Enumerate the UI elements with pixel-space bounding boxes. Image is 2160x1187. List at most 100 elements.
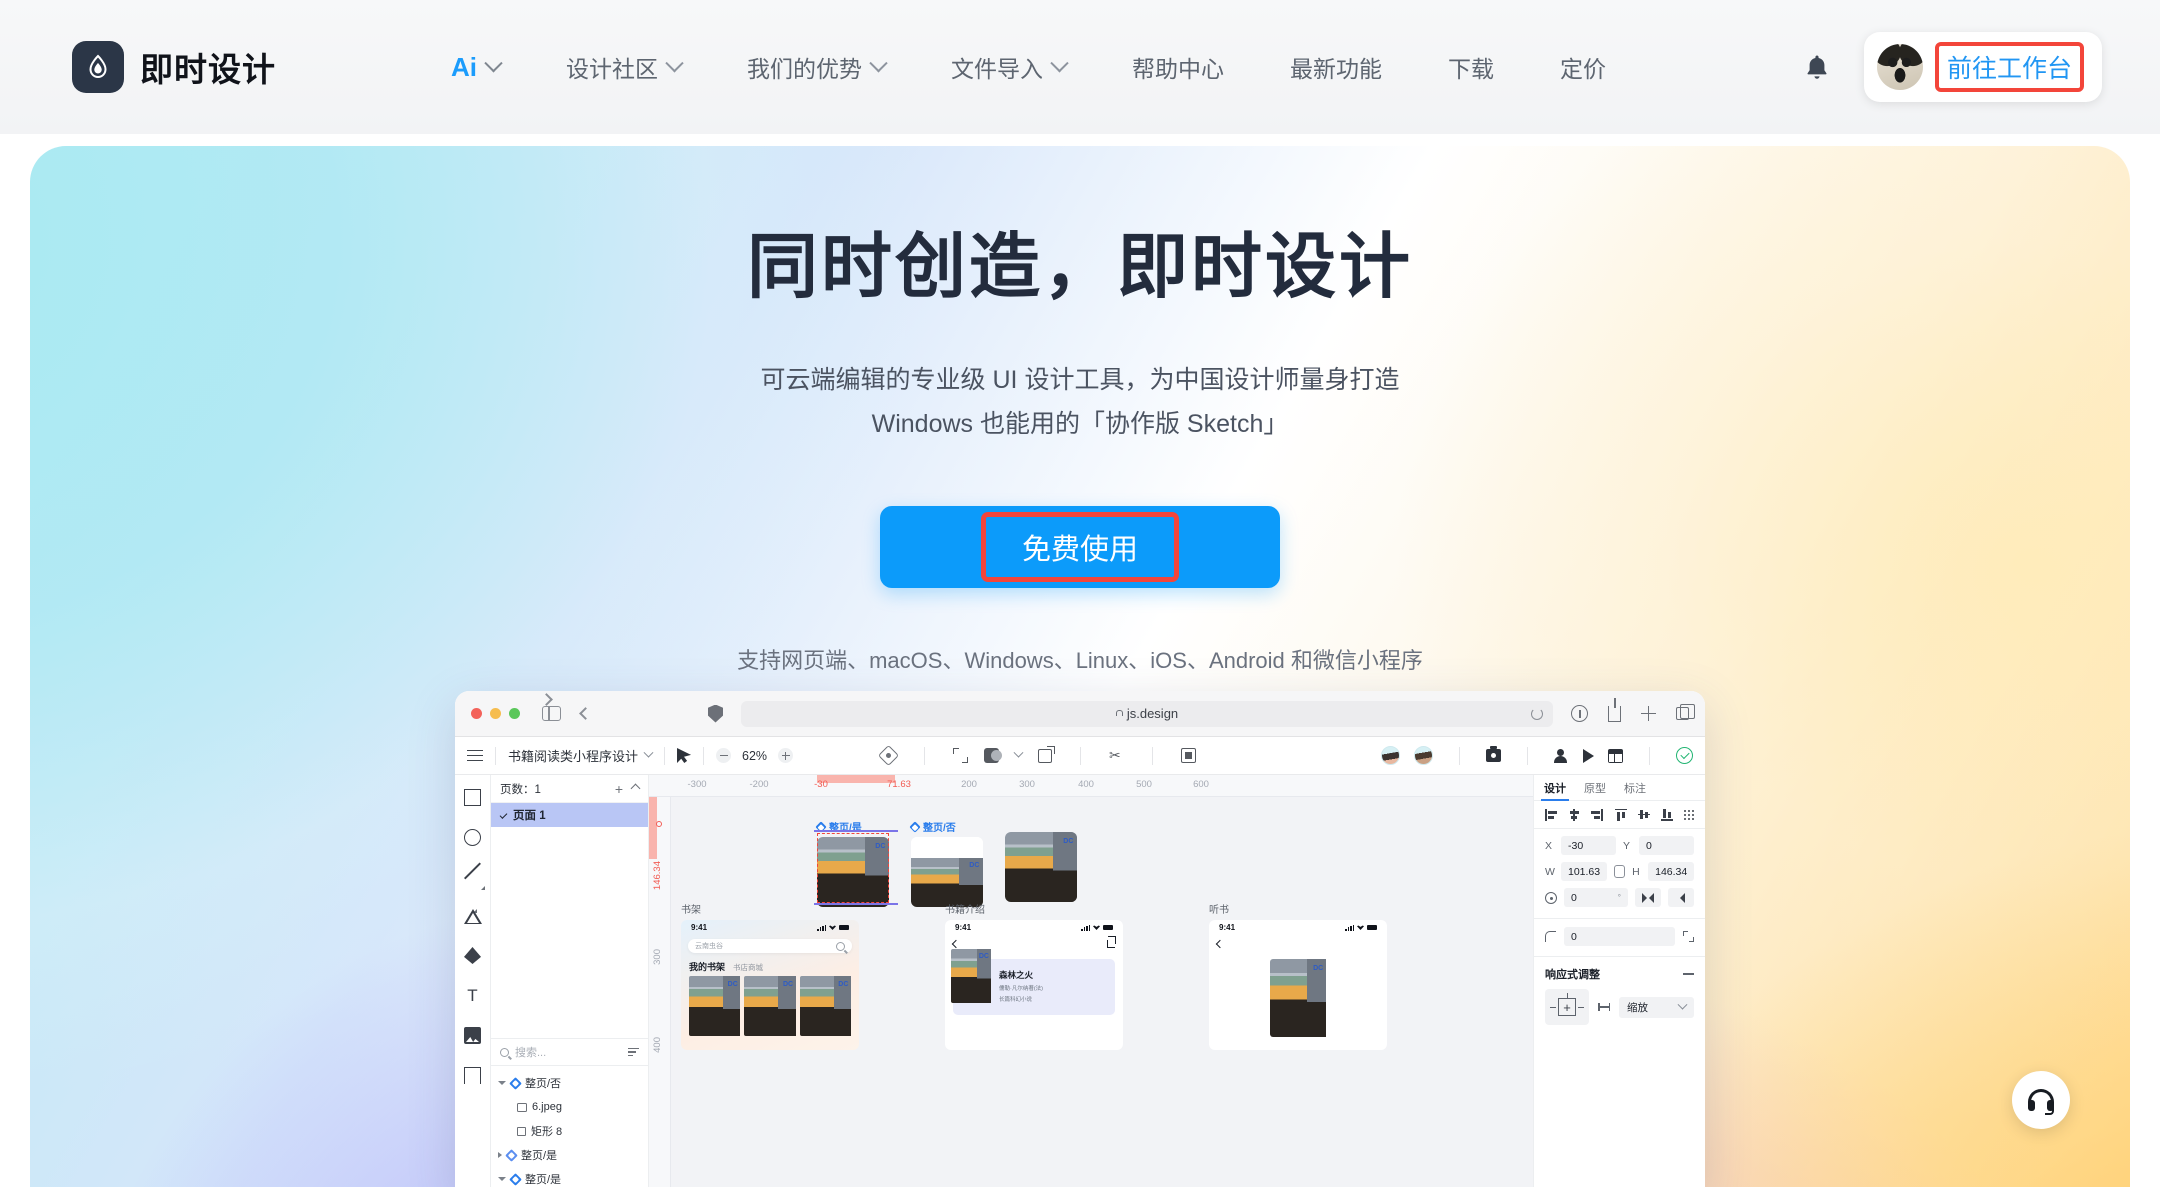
rotation-field[interactable]: 0 ° [1564, 888, 1628, 907]
back-arrow-icon[interactable] [951, 939, 961, 949]
reload-icon[interactable] [1531, 707, 1543, 720]
phone-frame[interactable]: 9:41 云南虫谷 我的书架 书店商城 DC DC DC [681, 920, 859, 1050]
page-list-item[interactable]: 页面 1 [491, 803, 648, 827]
horizontal-ruler[interactable]: -300 -200 -30 71.63 200 300 400 500 600 [649, 775, 1533, 797]
list-item[interactable]: 6.jpeg [491, 1095, 648, 1119]
back-arrow-icon[interactable] [579, 707, 592, 720]
frame-tool-icon[interactable] [464, 1067, 481, 1084]
screen-bookshelf[interactable]: 书架 9:41 云南虫谷 我的书架 书店商城 DC DC DC [681, 901, 859, 1050]
user-account-chip[interactable]: 前往工作台 [1863, 32, 2102, 102]
independent-corners-icon[interactable] [1683, 931, 1694, 942]
list-item[interactable]: 整页/是 [491, 1143, 648, 1167]
export-icon[interactable] [1038, 745, 1056, 763]
align-center-v-icon[interactable] [1637, 809, 1650, 821]
tab-overview-icon[interactable] [1676, 704, 1695, 720]
rectangle-tool-icon[interactable] [464, 789, 481, 806]
align-bottom-icon[interactable] [1660, 808, 1673, 821]
ellipse-tool-icon[interactable] [464, 829, 481, 846]
align-center-h-icon[interactable] [1568, 808, 1579, 821]
pen-tool-icon[interactable] [464, 947, 481, 964]
forward-arrow-icon[interactable] [540, 693, 553, 706]
tab-design[interactable]: 设计 [1541, 775, 1569, 801]
frame-tool-icon[interactable] [953, 748, 969, 763]
sidebar-toggle-icon[interactable] [542, 706, 561, 721]
design-canvas[interactable]: -300 -200 -30 71.63 200 300 400 500 600 … [649, 775, 1533, 1187]
y-field[interactable]: 0 [1639, 836, 1694, 855]
image-tool-icon[interactable] [464, 1027, 481, 1044]
phone-frame[interactable]: 9:41 [1209, 920, 1387, 1050]
tab-my-shelf[interactable]: 我的书架 [689, 960, 725, 973]
h-field[interactable]: 146.34 [1648, 862, 1695, 881]
nav-item-whats-new[interactable]: 最新功能 [1257, 50, 1415, 84]
screen-audiobook[interactable]: 听书 9:41 [1209, 901, 1387, 1050]
tab-bookstore[interactable]: 书店商城 [733, 962, 763, 973]
list-item[interactable]: 整页/是 [491, 1167, 648, 1187]
book-cover[interactable] [744, 976, 796, 1036]
downloads-icon[interactable] [1571, 705, 1588, 722]
book-detail-card[interactable]: 森林之火 儒勒·凡尔纳著(法) 长篇科幻小说 [951, 949, 1115, 1015]
link-ratio-icon[interactable] [1614, 865, 1626, 878]
search-input[interactable]: 搜索... [515, 1044, 546, 1060]
vertical-ruler[interactable]: 146.34 300 400 [649, 797, 671, 1187]
brand-logo-area[interactable]: 即时设计 [72, 41, 276, 93]
invite-member-icon[interactable] [1554, 748, 1569, 763]
nav-item-pricing[interactable]: 定价 [1527, 50, 1639, 84]
collaborator-avatar-2[interactable] [1414, 746, 1433, 765]
tab-prototype[interactable]: 原型 [1584, 775, 1606, 801]
book-cover[interactable] [689, 976, 741, 1036]
privacy-shield-icon[interactable] [708, 704, 723, 723]
minimize-window-icon[interactable] [490, 708, 501, 719]
present-play-icon[interactable] [1583, 748, 1594, 763]
caret-icon[interactable] [498, 1081, 506, 1085]
artboard-component-extra[interactable] [1005, 832, 1077, 902]
notification-bell-icon[interactable] [1770, 53, 1864, 81]
align-top-icon[interactable] [1614, 808, 1627, 821]
close-window-icon[interactable] [471, 708, 482, 719]
camera-icon[interactable] [1486, 746, 1501, 762]
share-icon[interactable] [1107, 936, 1116, 948]
w-field[interactable]: 101.63 [1561, 862, 1608, 881]
nav-item-download[interactable]: 下载 [1415, 50, 1527, 84]
list-item[interactable]: 矩形 8 [491, 1119, 648, 1143]
go-to-workbench-button[interactable]: 前往工作台 [1934, 42, 2084, 92]
align-left-icon[interactable] [1545, 808, 1557, 821]
board-icon[interactable] [1181, 748, 1197, 763]
artboard-component-no[interactable]: 整页/否 [909, 819, 983, 907]
collapse-minus-icon[interactable] [1683, 973, 1694, 975]
artboard-label[interactable]: 整页/否 [909, 819, 983, 834]
distribute-icon[interactable] [1684, 809, 1695, 820]
tab-annotation[interactable]: 标注 [1624, 775, 1646, 801]
book-cover[interactable] [799, 976, 852, 1036]
add-page-icon[interactable]: + [615, 782, 623, 796]
constraint-pin-icon[interactable] [1545, 989, 1589, 1025]
artboard-component-yes[interactable]: 整页/是 [814, 819, 898, 907]
search-input[interactable]: 云南虫谷 [688, 939, 852, 953]
nav-item-community[interactable]: 设计社区 [533, 50, 714, 84]
polygon-tool-icon[interactable] [463, 909, 482, 924]
layer-search-bar[interactable]: 搜索... [491, 1038, 648, 1066]
align-right-icon[interactable] [1590, 808, 1603, 821]
phone-frame[interactable]: 9:41 [945, 920, 1123, 1050]
layout-icon[interactable] [1608, 748, 1623, 763]
chevron-down-icon[interactable] [1013, 747, 1024, 758]
artboard-label[interactable]: 整页/是 [815, 819, 889, 834]
caret-icon[interactable] [498, 1177, 506, 1181]
flip-vertical-icon[interactable] [1668, 888, 1694, 907]
component-icon[interactable] [877, 744, 900, 767]
collapse-icon[interactable] [630, 783, 641, 794]
nav-item-file-import[interactable]: 文件导入 [918, 50, 1099, 84]
scissors-icon[interactable]: ✂ [1109, 748, 1124, 763]
mask-icon[interactable] [984, 748, 1003, 763]
radius-field[interactable]: 0 [1564, 927, 1675, 946]
component-preview[interactable] [1005, 832, 1077, 902]
nav-item-advantages[interactable]: 我们的优势 [714, 50, 918, 84]
maximize-window-icon[interactable] [509, 708, 520, 719]
line-tool-icon[interactable] [464, 869, 485, 890]
document-title[interactable]: 书籍阅读类小程序设计 [508, 746, 654, 765]
x-field[interactable]: -30 [1561, 836, 1616, 855]
nav-item-help-center[interactable]: 帮助中心 [1099, 50, 1257, 84]
cursor-tool-icon[interactable] [677, 748, 692, 763]
hamburger-menu-icon[interactable] [467, 749, 483, 762]
new-tab-icon[interactable] [1641, 706, 1656, 721]
url-bar[interactable]: js.design [741, 700, 1553, 727]
